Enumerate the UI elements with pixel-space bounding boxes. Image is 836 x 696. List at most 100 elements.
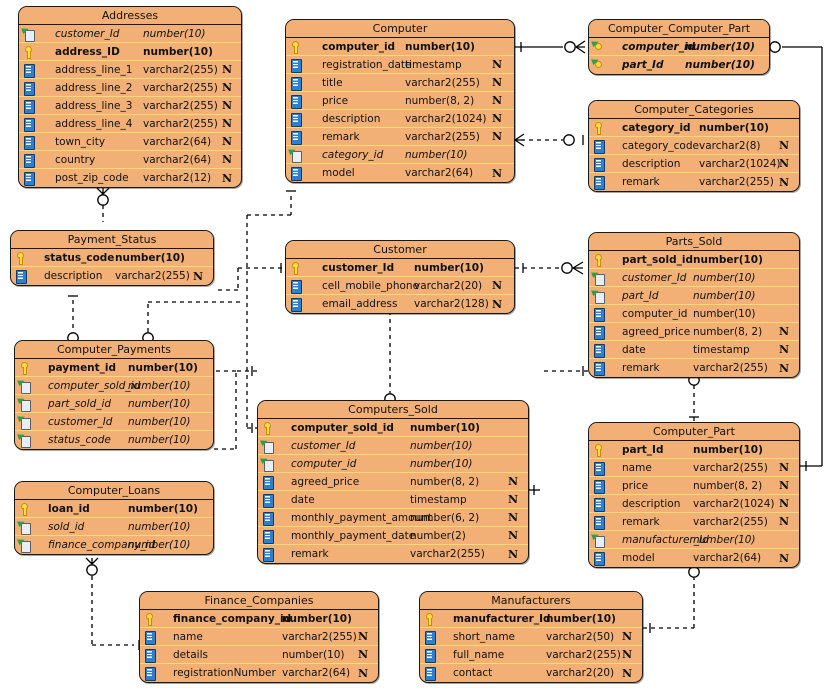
attribute-name: part_Id <box>622 289 659 302</box>
attribute-row[interactable]: full_name varchar2(255) N <box>420 646 642 664</box>
attribute-row[interactable]: short_name varchar2(50) N <box>420 628 642 646</box>
attribute-row[interactable]: computer_id number(10) <box>589 305 799 323</box>
entity-computer_computer_part[interactable]: Computer_Computer_Part computer_id number(… <box>588 19 770 75</box>
attribute-row[interactable]: details number(10) N <box>140 646 378 664</box>
attribute-row[interactable]: status_code number(10) <box>15 431 213 449</box>
attribute-row[interactable]: registrationNumber varchar2(64) N <box>140 664 378 682</box>
attribute-row[interactable]: address_ID number(10) <box>19 43 241 61</box>
nullable-marker: N <box>779 157 790 170</box>
attribute-row[interactable]: customer_Id number(10) <box>286 259 514 277</box>
attribute-row[interactable]: status_code number(10) <box>11 249 213 267</box>
attribute-name: description <box>622 497 681 510</box>
attribute-name: monthly_payment_date <box>291 529 416 542</box>
attribute-row[interactable]: description varchar2(1024) N <box>286 110 514 128</box>
attribute-row[interactable]: title varchar2(255) N <box>286 74 514 92</box>
attribute-row[interactable]: customer_Id number(10) <box>258 437 528 455</box>
attribute-row[interactable]: sold_id number(10) <box>15 518 213 536</box>
attribute-row[interactable]: name varchar2(255) N <box>589 459 799 477</box>
attribute-row[interactable]: computer_id number(10) <box>589 38 769 56</box>
attribute-row[interactable]: customer_Id number(10) <box>15 413 213 431</box>
attribute-row[interactable]: name varchar2(255) N <box>140 628 378 646</box>
attribute-row[interactable]: computer_sold_id number(10) <box>15 377 213 395</box>
foreign-key-icon <box>18 433 32 448</box>
attribute-row[interactable]: agreed_price number(8, 2) N <box>589 323 799 341</box>
attribute-row[interactable]: post_zip_code varchar2(12) N <box>19 169 241 187</box>
entity-finance_companies[interactable]: Finance_Companies finance_company_id numbe… <box>139 591 379 683</box>
attribute-row[interactable]: town_city varchar2(64) N <box>19 133 241 151</box>
attribute-row[interactable]: computer_id number(10) <box>286 38 514 56</box>
attribute-row[interactable]: date timestamp N <box>258 491 528 509</box>
attribute-type: number(8, 2) <box>693 479 763 492</box>
entity-manufacturers[interactable]: Manufacturers manufacturer_Id number(10) sh… <box>419 591 643 683</box>
attribute-row[interactable]: model varchar2(64) N <box>589 549 799 567</box>
attribute-row[interactable]: country varchar2(64) N <box>19 151 241 169</box>
attribute-row[interactable]: description varchar2(255) N <box>11 267 213 285</box>
attribute-row[interactable]: loan_id number(10) <box>15 500 213 518</box>
attribute-row[interactable]: customer_Id number(10) <box>19 25 241 43</box>
attribute-row[interactable]: remark varchar2(255) N <box>589 173 799 191</box>
rel-customer-partssold <box>515 261 584 275</box>
attribute-row[interactable]: customer_Id number(10) <box>589 269 799 287</box>
entity-addresses[interactable]: Addresses customer_Id number(10) address_ID… <box>18 6 242 188</box>
attribute-row[interactable]: computer_id number(10) <box>258 455 528 473</box>
attribute-row[interactable]: part_sold_id number(10) <box>15 395 213 413</box>
column-icon <box>423 630 437 645</box>
attribute-type: number(10) <box>143 27 206 40</box>
nullable-marker: N <box>508 511 519 524</box>
foreign-key-icon <box>261 439 275 454</box>
attribute-row[interactable]: manufacturer_Id number(10) <box>420 610 642 628</box>
attribute-row[interactable]: category_code varchar2(8) N <box>589 137 799 155</box>
attribute-row[interactable]: address_line_1 varchar2(255) N <box>19 61 241 79</box>
attribute-row[interactable]: contact varchar2(20) N <box>420 664 642 682</box>
entity-computer_loans[interactable]: Computer_Loans loan_id number(10) sold_id nu… <box>14 481 214 555</box>
attribute-row[interactable]: manufacturer_Id number(10) <box>589 531 799 549</box>
attribute-row[interactable]: price number(8, 2) N <box>286 92 514 110</box>
attribute-row[interactable]: registration_date timestamp N <box>286 56 514 74</box>
column-icon <box>289 76 303 91</box>
entity-payment_status[interactable]: Payment_Status status_code number(10) descr… <box>10 230 214 286</box>
attribute-row[interactable]: address_line_4 varchar2(255) N <box>19 115 241 133</box>
attribute-type: number(10) <box>115 251 185 264</box>
primary-key-icon <box>592 253 606 267</box>
entity-computers_sold[interactable]: Computers_Sold computer_sold_id number(10)… <box>257 400 529 564</box>
attribute-row[interactable]: part_Id number(10) <box>589 441 799 459</box>
rel-computer-ccp <box>515 40 586 54</box>
entity-customer[interactable]: Customer customer_Id number(10) cell_mobile… <box>285 240 515 314</box>
attribute-row[interactable]: agreed_price number(8, 2) N <box>258 473 528 491</box>
attribute-type: varchar2(255) <box>143 81 218 94</box>
column-icon <box>261 493 275 508</box>
attribute-row[interactable]: category_id number(10) <box>286 146 514 164</box>
attribute-row[interactable]: remark varchar2(255) N <box>589 513 799 531</box>
entity-parts_sold[interactable]: Parts_Sold part_sold_id number(10) customer… <box>588 232 800 378</box>
attribute-row[interactable]: address_line_3 varchar2(255) N <box>19 97 241 115</box>
attribute-row[interactable]: price number(8, 2) N <box>589 477 799 495</box>
entity-computer_part[interactable]: Computer_Part part_Id number(10) name varcha… <box>588 422 800 568</box>
attribute-type: number(10) <box>128 415 191 428</box>
entity-computer[interactable]: Computer computer_id number(10) registratio… <box>285 19 515 183</box>
entity-title: Customer <box>286 241 514 259</box>
attribute-row[interactable]: date timestamp N <box>589 341 799 359</box>
attribute-row[interactable]: part_Id number(10) <box>589 287 799 305</box>
column-icon <box>592 175 606 190</box>
entity-computer_payments[interactable]: Computer_Payments payment_id number(10) com… <box>14 340 214 450</box>
attribute-row[interactable]: remark varchar2(255) N <box>589 359 799 377</box>
attribute-row[interactable]: monthly_payment_amount number(6, 2) N <box>258 509 528 527</box>
attribute-row[interactable]: payment_id number(10) <box>15 359 213 377</box>
attribute-row[interactable]: remark varchar2(255) N <box>286 128 514 146</box>
attribute-row[interactable]: finance_company_id number(10) <box>15 536 213 554</box>
attribute-row[interactable]: monthly_payment_date number(2) N <box>258 527 528 545</box>
column-icon <box>592 551 606 566</box>
attribute-row[interactable]: address_line_2 varchar2(255) N <box>19 79 241 97</box>
attribute-row[interactable]: email_address varchar2(128) N <box>286 295 514 313</box>
attribute-row[interactable]: part_sold_id number(10) <box>589 251 799 269</box>
attribute-row[interactable]: part_Id number(10) <box>589 56 769 74</box>
attribute-row[interactable]: finance_company_id number(10) <box>140 610 378 628</box>
attribute-row[interactable]: remark varchar2(255) N <box>258 545 528 563</box>
attribute-row[interactable]: description varchar2(1024) N <box>589 155 799 173</box>
attribute-row[interactable]: cell_mobile_phone varchar2(20) N <box>286 277 514 295</box>
attribute-row[interactable]: category_id number(10) <box>589 119 799 137</box>
attribute-row[interactable]: description varchar2(1024) N <box>589 495 799 513</box>
entity-computer_categories[interactable]: Computer_Categories category_id number(10)… <box>588 100 800 192</box>
attribute-row[interactable]: model varchar2(64) N <box>286 164 514 182</box>
attribute-row[interactable]: computer_sold_id number(10) <box>258 419 528 437</box>
